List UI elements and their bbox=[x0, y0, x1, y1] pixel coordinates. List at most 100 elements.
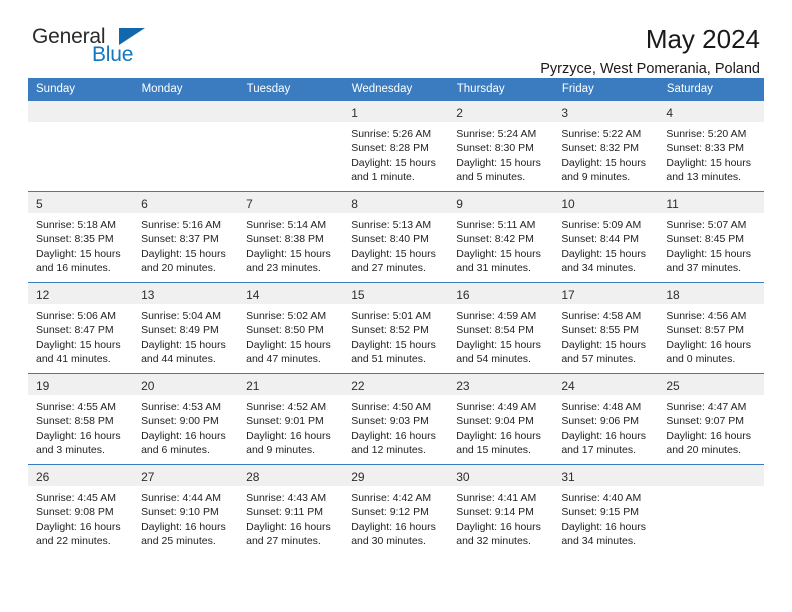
daylight-text: Daylight: 16 hours and 25 minutes. bbox=[141, 520, 226, 548]
calendar-day-cell[interactable]: 11 Sunrise: 5:07 AM Sunset: 8:45 PM Dayligh… bbox=[658, 191, 764, 283]
daylight-text: Daylight: 15 hours and 34 minutes. bbox=[561, 247, 646, 275]
weekday-header-monday: Monday bbox=[133, 78, 239, 101]
sunset-text: Sunset: 9:00 PM bbox=[141, 415, 219, 428]
calendar-day-cell[interactable]: 10 Sunrise: 5:09 AM Sunset: 8:44 PM Dayligh… bbox=[553, 191, 659, 283]
daylight-text: Daylight: 15 hours and 20 minutes. bbox=[141, 247, 226, 275]
calendar-day-cell[interactable]: 1 Sunrise: 5:26 AM Sunset: 8:28 PM Daylight… bbox=[343, 100, 449, 192]
page-title: May 2024 bbox=[645, 24, 760, 54]
day-details: Sunrise: 4:59 AM Sunset: 8:54 PM Daylight:… bbox=[448, 304, 553, 367]
calendar-day-cell[interactable]: 31 Sunrise: 4:40 AM Sunset: 9:15 PM Dayligh… bbox=[553, 464, 659, 555]
calendar-cell-empty bbox=[658, 464, 764, 555]
day-number: 27 bbox=[133, 465, 239, 486]
daylight-text: Daylight: 16 hours and 9 minutes. bbox=[246, 429, 331, 457]
calendar-day-cell[interactable]: 3 Sunrise: 5:22 AM Sunset: 8:32 PM Daylight… bbox=[553, 100, 659, 192]
calendar-day-cell[interactable]: 14 Sunrise: 5:02 AM Sunset: 8:50 PM Dayligh… bbox=[238, 282, 344, 374]
day-number bbox=[238, 101, 344, 122]
sunset-text: Sunset: 8:49 PM bbox=[141, 324, 219, 337]
daylight-text: Daylight: 16 hours and 6 minutes. bbox=[141, 429, 226, 457]
general-blue-logo[interactable]: General Blue bbox=[32, 26, 152, 74]
daylight-text: Daylight: 15 hours and 31 minutes. bbox=[456, 247, 541, 275]
sunset-text: Sunset: 9:08 PM bbox=[36, 506, 114, 519]
calendar-day-cell[interactable]: 16 Sunrise: 4:59 AM Sunset: 8:54 PM Dayligh… bbox=[448, 282, 554, 374]
sunset-text: Sunset: 8:33 PM bbox=[666, 142, 745, 155]
day-number: 17 bbox=[553, 283, 659, 304]
sunrise-text: Sunrise: 5:18 AM bbox=[36, 219, 116, 231]
sunset-text: Sunset: 8:35 PM bbox=[36, 233, 114, 246]
sunset-text: Sunset: 8:30 PM bbox=[456, 142, 534, 155]
calendar-page: General Blue May 2024 Pyrzyce, West Pome… bbox=[0, 0, 792, 612]
sunrise-text: Sunrise: 5:07 AM bbox=[666, 219, 747, 231]
calendar-day-cell[interactable]: 4 Sunrise: 5:20 AM Sunset: 8:33 PM Daylight… bbox=[658, 100, 764, 192]
calendar-day-cell[interactable]: 24 Sunrise: 4:48 AM Sunset: 9:06 PM Dayligh… bbox=[553, 373, 659, 465]
day-number bbox=[133, 101, 239, 122]
calendar-day-cell[interactable]: 25 Sunrise: 4:47 AM Sunset: 9:07 PM Dayligh… bbox=[658, 373, 764, 465]
weekday-header-friday: Friday bbox=[553, 78, 659, 101]
sunset-text: Sunset: 8:55 PM bbox=[561, 324, 639, 337]
day-number: 24 bbox=[553, 374, 659, 395]
calendar-week-row: 19 Sunrise: 4:55 AM Sunset: 8:58 PM Dayligh… bbox=[28, 373, 764, 465]
sunrise-text: Sunrise: 5:02 AM bbox=[246, 310, 327, 322]
day-details: Sunrise: 4:41 AM Sunset: 9:14 PM Daylight:… bbox=[448, 486, 553, 549]
calendar-day-cell[interactable]: 20 Sunrise: 4:53 AM Sunset: 9:00 PM Dayligh… bbox=[133, 373, 239, 465]
sunset-text: Sunset: 9:14 PM bbox=[456, 506, 534, 519]
sunset-text: Sunset: 9:11 PM bbox=[246, 506, 323, 519]
sunrise-text: Sunrise: 4:50 AM bbox=[351, 401, 432, 413]
calendar-day-cell[interactable]: 30 Sunrise: 4:41 AM Sunset: 9:14 PM Dayligh… bbox=[448, 464, 554, 555]
calendar-day-cell[interactable]: 12 Sunrise: 5:06 AM Sunset: 8:47 PM Dayligh… bbox=[28, 282, 134, 374]
calendar-day-cell[interactable]: 13 Sunrise: 5:04 AM Sunset: 8:49 PM Dayligh… bbox=[133, 282, 239, 374]
day-details: Sunrise: 4:58 AM Sunset: 8:55 PM Daylight:… bbox=[553, 304, 658, 367]
day-number: 23 bbox=[448, 374, 554, 395]
daylight-text: Daylight: 15 hours and 47 minutes. bbox=[246, 338, 331, 366]
sunrise-text: Sunrise: 4:43 AM bbox=[246, 492, 327, 504]
calendar-day-cell[interactable]: 28 Sunrise: 4:43 AM Sunset: 9:11 PM Dayligh… bbox=[238, 464, 344, 555]
sunset-text: Sunset: 8:40 PM bbox=[351, 233, 429, 246]
daylight-text: Daylight: 16 hours and 12 minutes. bbox=[351, 429, 436, 457]
calendar-week-row: 1 Sunrise: 5:26 AM Sunset: 8:28 PM Daylight… bbox=[28, 100, 764, 192]
day-details: Sunrise: 4:50 AM Sunset: 9:03 PM Daylight:… bbox=[343, 395, 448, 458]
sunrise-text: Sunrise: 5:09 AM bbox=[561, 219, 642, 231]
calendar-day-cell[interactable]: 21 Sunrise: 4:52 AM Sunset: 9:01 PM Dayligh… bbox=[238, 373, 344, 465]
day-details: Sunrise: 4:40 AM Sunset: 9:15 PM Daylight:… bbox=[553, 486, 658, 549]
calendar-day-cell[interactable]: 9 Sunrise: 5:11 AM Sunset: 8:42 PM Daylight… bbox=[448, 191, 554, 283]
sunset-text: Sunset: 9:03 PM bbox=[351, 415, 429, 428]
sunrise-text: Sunrise: 4:44 AM bbox=[141, 492, 222, 504]
daylight-text: Daylight: 15 hours and 41 minutes. bbox=[36, 338, 121, 366]
weekday-header-row: Sunday Monday Tuesday Wednesday Thursday… bbox=[28, 78, 765, 101]
calendar-day-cell[interactable]: 7 Sunrise: 5:14 AM Sunset: 8:38 PM Daylight… bbox=[238, 191, 344, 283]
calendar-day-cell[interactable]: 5 Sunrise: 5:18 AM Sunset: 8:35 PM Daylight… bbox=[28, 191, 134, 283]
sunset-text: Sunset: 9:12 PM bbox=[351, 506, 429, 519]
logo-text-blue: Blue bbox=[92, 43, 134, 66]
sunset-text: Sunset: 8:38 PM bbox=[246, 233, 324, 246]
calendar-day-cell[interactable]: 29 Sunrise: 4:42 AM Sunset: 9:12 PM Dayligh… bbox=[343, 464, 449, 555]
calendar-day-cell[interactable]: 19 Sunrise: 4:55 AM Sunset: 8:58 PM Dayligh… bbox=[28, 373, 134, 465]
day-details: Sunrise: 4:52 AM Sunset: 9:01 PM Daylight:… bbox=[238, 395, 343, 458]
day-details: Sunrise: 4:47 AM Sunset: 9:07 PM Daylight:… bbox=[658, 395, 763, 458]
calendar-day-cell[interactable]: 22 Sunrise: 4:50 AM Sunset: 9:03 PM Dayligh… bbox=[343, 373, 449, 465]
calendar-day-cell[interactable]: 6 Sunrise: 5:16 AM Sunset: 8:37 PM Daylight… bbox=[133, 191, 239, 283]
daylight-text: Daylight: 15 hours and 44 minutes. bbox=[141, 338, 226, 366]
calendar-day-cell[interactable]: 17 Sunrise: 4:58 AM Sunset: 8:55 PM Dayligh… bbox=[553, 282, 659, 374]
calendar-day-cell[interactable]: 8 Sunrise: 5:13 AM Sunset: 8:40 PM Daylight… bbox=[343, 191, 449, 283]
sunrise-text: Sunrise: 4:47 AM bbox=[666, 401, 747, 413]
sunrise-text: Sunrise: 5:11 AM bbox=[456, 219, 536, 231]
weekday-header-sunday: Sunday bbox=[28, 78, 134, 101]
calendar-day-cell[interactable]: 23 Sunrise: 4:49 AM Sunset: 9:04 PM Dayligh… bbox=[448, 373, 554, 465]
day-details: Sunrise: 4:44 AM Sunset: 9:10 PM Daylight:… bbox=[133, 486, 238, 549]
sunrise-text: Sunrise: 4:56 AM bbox=[666, 310, 747, 322]
daylight-text: Daylight: 15 hours and 51 minutes. bbox=[351, 338, 436, 366]
day-number: 16 bbox=[448, 283, 554, 304]
calendar-day-cell[interactable]: 27 Sunrise: 4:44 AM Sunset: 9:10 PM Dayligh… bbox=[133, 464, 239, 555]
daylight-text: Daylight: 16 hours and 3 minutes. bbox=[36, 429, 121, 457]
day-details: Sunrise: 5:01 AM Sunset: 8:52 PM Daylight:… bbox=[343, 304, 448, 367]
day-details: Sunrise: 5:02 AM Sunset: 8:50 PM Daylight:… bbox=[238, 304, 343, 367]
weekday-header-wednesday: Wednesday bbox=[343, 78, 449, 101]
day-number: 20 bbox=[133, 374, 239, 395]
sunrise-text: Sunrise: 5:06 AM bbox=[36, 310, 116, 322]
daylight-text: Daylight: 15 hours and 16 minutes. bbox=[36, 247, 121, 275]
calendar-day-cell[interactable]: 15 Sunrise: 5:01 AM Sunset: 8:52 PM Dayligh… bbox=[343, 282, 449, 374]
calendar-day-cell[interactable]: 2 Sunrise: 5:24 AM Sunset: 8:30 PM Daylight… bbox=[448, 100, 554, 192]
day-number: 30 bbox=[448, 465, 554, 486]
day-number: 18 bbox=[658, 283, 764, 304]
calendar-day-cell[interactable]: 26 Sunrise: 4:45 AM Sunset: 9:08 PM Dayligh… bbox=[28, 464, 134, 555]
calendar-day-cell[interactable]: 18 Sunrise: 4:56 AM Sunset: 8:57 PM Dayligh… bbox=[658, 282, 764, 374]
